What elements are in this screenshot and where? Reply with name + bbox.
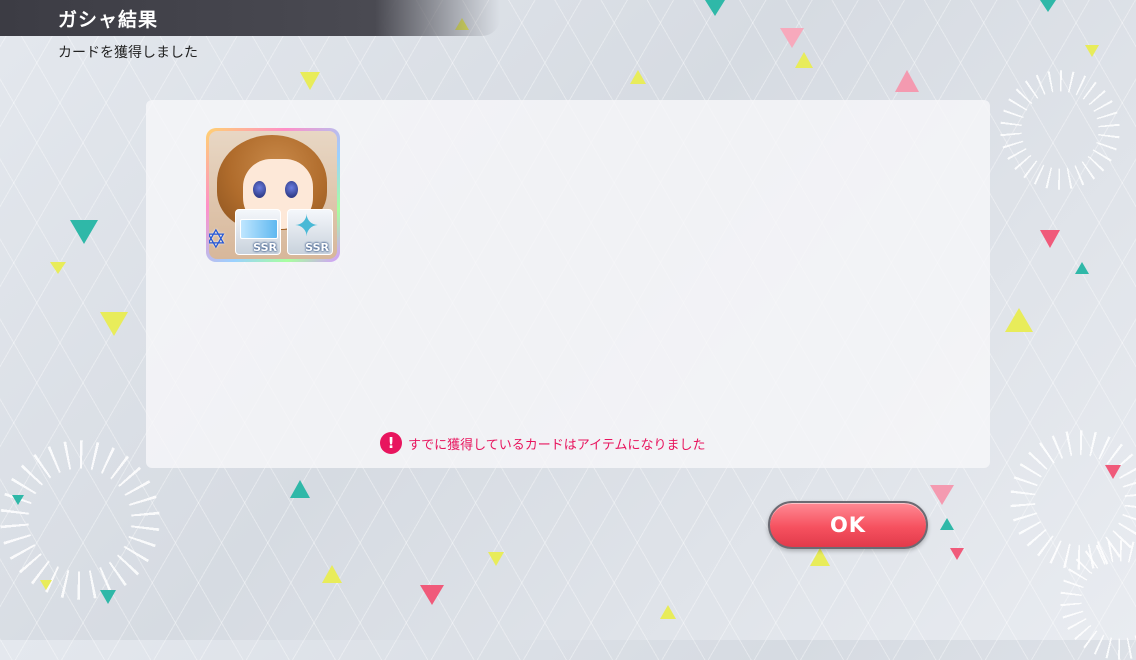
confetti-triangle-icon (660, 605, 676, 619)
header-bar: ガシャ結果 (0, 0, 500, 36)
confetti-triangle-icon (950, 548, 964, 560)
notice-text: すでに獲得しているカードはアイテムになりました (408, 437, 706, 453)
confetti-triangle-icon (322, 565, 342, 583)
confetti-triangle-icon (1005, 308, 1033, 332)
star-badge: ✦ SSR (287, 209, 333, 255)
card-portrait: SSR ✦ SSR ✡ (209, 131, 337, 259)
confetti-triangle-icon (1040, 230, 1060, 248)
confetti-triangle-icon (705, 0, 725, 16)
ok-button-label: OK (829, 513, 867, 537)
confetti-triangle-icon (420, 585, 444, 605)
rank-star-icon: ✡ (209, 225, 227, 255)
confetti-triangle-icon (1040, 0, 1056, 12)
result-card[interactable]: SSR ✦ SSR ✡ (206, 128, 340, 262)
confetti-triangle-icon (12, 495, 24, 505)
confetti-triangle-icon (70, 220, 98, 244)
confetti-triangle-icon (1075, 262, 1089, 274)
badge-rarity-label: SSR (253, 241, 277, 254)
confetti-triangle-icon (1085, 45, 1099, 57)
sparkle-burst-icon (1000, 70, 1120, 190)
confetti-triangle-icon (40, 580, 52, 590)
confetti-triangle-icon (300, 72, 320, 90)
ok-button[interactable]: OK (768, 501, 928, 549)
page-subtitle: カードを獲得しました (58, 45, 198, 61)
confetti-triangle-icon (100, 590, 116, 604)
confetti-triangle-icon (50, 262, 66, 274)
page-title: ガシャ結果 (58, 9, 159, 31)
confetti-triangle-icon (930, 485, 954, 505)
badge-rarity-label: SSR (305, 241, 329, 254)
star-icon: ✦ (294, 209, 320, 244)
character-eye-left (253, 181, 266, 198)
exclamation-icon: ! (380, 432, 402, 454)
confetti-triangle-icon (810, 548, 830, 566)
confetti-triangle-icon (795, 52, 813, 68)
confetti-triangle-icon (630, 70, 646, 84)
character-eye-right (285, 181, 298, 198)
confetti-triangle-icon (780, 28, 804, 48)
duplicate-notice: ! すでに獲得しているカードはアイテムになりました (380, 432, 705, 454)
confetti-triangle-icon (100, 312, 128, 336)
confetti-triangle-icon (1105, 465, 1121, 479)
confetti-triangle-icon (940, 518, 954, 530)
sparkle-burst-icon (0, 440, 160, 600)
confetti-triangle-icon (895, 70, 919, 92)
ticket-badge: SSR (235, 209, 281, 255)
confetti-triangle-icon (290, 480, 310, 498)
ticket-icon (240, 219, 278, 239)
confetti-triangle-icon (488, 552, 504, 566)
